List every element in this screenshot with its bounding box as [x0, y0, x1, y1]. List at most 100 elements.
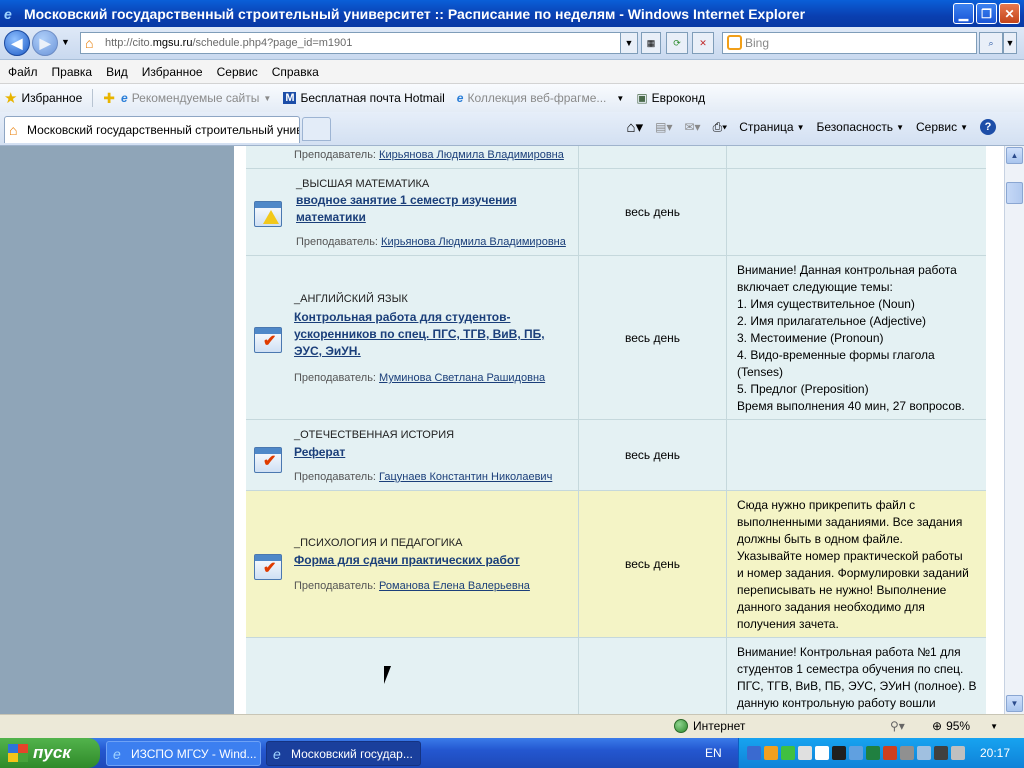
- zoom-icon: ⊕: [932, 719, 943, 733]
- calendar-check-icon: ✔: [254, 327, 282, 353]
- feeds-icon[interactable]: ▤▾: [655, 120, 672, 134]
- url-suffix: /schedule.php4?page_id=m1901: [192, 37, 353, 49]
- history-dropdown-icon[interactable]: ▼: [61, 37, 70, 47]
- tray-app-icon[interactable]: [815, 746, 829, 760]
- fav-web-slices[interactable]: e Коллекция веб-фрагме... ▼: [457, 91, 625, 105]
- tray-app-icon[interactable]: [883, 746, 897, 760]
- refresh-icon[interactable]: ⟳: [666, 32, 688, 54]
- back-button[interactable]: ◀: [4, 30, 30, 56]
- tools-menu[interactable]: Сервис ▼: [916, 120, 968, 134]
- menu-bar: Файл Правка Вид Избранное Сервис Справка: [0, 60, 1024, 84]
- window-title: Московский государственный строительный …: [24, 5, 806, 22]
- forward-button[interactable]: ▶: [32, 30, 58, 56]
- task-link[interactable]: Реферат: [294, 444, 574, 461]
- volume-icon[interactable]: [900, 746, 914, 760]
- safety-menu[interactable]: Безопасность ▼: [817, 120, 904, 134]
- search-input[interactable]: Bing: [722, 32, 977, 54]
- scroll-thumb[interactable]: [1006, 182, 1023, 204]
- fav-label: Коллекция веб-фрагме...: [467, 91, 607, 105]
- maximize-button[interactable]: ❐: [976, 3, 997, 24]
- teacher-link[interactable]: Кирьянова Людмила Владимировна: [381, 236, 566, 248]
- scroll-down-icon[interactable]: ▼: [1006, 695, 1023, 712]
- task-link[interactable]: Контрольная работа для студентов-ускорен…: [294, 309, 574, 360]
- zoom-control[interactable]: ⊕ 95% ▼: [932, 719, 998, 733]
- tray-app-icon[interactable]: [934, 746, 948, 760]
- url-prefix: http://cito.: [105, 37, 153, 49]
- table-row: _ВЫСШАЯ МАТЕМАТИКА вводное занятие 1 сем…: [246, 169, 986, 256]
- menu-view[interactable]: Вид: [106, 65, 128, 79]
- calendar-alert-icon: [254, 201, 282, 227]
- page-menu[interactable]: Страница ▼: [739, 120, 804, 134]
- tab-active[interactable]: ⌂ Московский государственный строительны…: [4, 116, 300, 143]
- taskbar-button-active[interactable]: e Московский государ...: [266, 741, 421, 766]
- globe-icon: [674, 719, 688, 733]
- mail-icon[interactable]: ✉▾: [684, 120, 700, 134]
- bluetooth-icon[interactable]: [747, 746, 761, 760]
- help-icon[interactable]: ?: [980, 119, 996, 135]
- tray-app-icon[interactable]: [764, 746, 778, 760]
- tray-app-icon[interactable]: [917, 746, 931, 760]
- menu-favorites[interactable]: Избранное: [142, 65, 203, 79]
- taskbar-button[interactable]: e ИЗСПО МГСУ - Wind...: [106, 741, 261, 766]
- menu-file[interactable]: Файл: [8, 65, 38, 79]
- start-button[interactable]: пуск: [0, 738, 100, 768]
- site-icon: ⌂: [85, 35, 94, 51]
- calendar-check-icon: ✔: [254, 447, 282, 473]
- fav-suggested-sites[interactable]: e Рекомендуемые сайты ▼: [121, 91, 271, 105]
- teacher-link[interactable]: Кирьянова Людмила Владимировна: [379, 149, 564, 161]
- clock[interactable]: 20:17: [980, 746, 1010, 760]
- menu-tools[interactable]: Сервис: [217, 65, 258, 79]
- teacher-line: Преподаватель: Кирьянова Людмила Владими…: [296, 236, 566, 248]
- fav-hotmail[interactable]: M Бесплатная почта Hotmail: [283, 91, 445, 105]
- tray-app-icon[interactable]: [866, 746, 880, 760]
- folder-icon: ▣: [636, 91, 648, 105]
- menu-help[interactable]: Справка: [272, 65, 319, 79]
- language-indicator[interactable]: EN: [705, 746, 722, 760]
- new-tab-button[interactable]: [302, 117, 331, 141]
- print-icon[interactable]: ⎙▾: [713, 120, 728, 135]
- teacher-link[interactable]: Романова Елена Валерьевна: [379, 580, 530, 592]
- tray-app-icon[interactable]: [781, 746, 795, 760]
- home-icon[interactable]: ⌂▾: [627, 118, 644, 136]
- tray-app-icon[interactable]: [798, 746, 812, 760]
- table-row: Внимание! Контрольная работа №1 для студ…: [246, 638, 986, 714]
- scroll-up-icon[interactable]: ▲: [1006, 147, 1023, 164]
- address-dropdown-button[interactable]: ▼: [620, 32, 638, 54]
- divider: [92, 89, 94, 107]
- network-icon[interactable]: [849, 746, 863, 760]
- fav-evrokond[interactable]: ▣ Евроконд: [636, 91, 705, 105]
- close-button[interactable]: ✕: [999, 3, 1020, 24]
- time-cell: весь день: [579, 256, 727, 419]
- compat-view-icon[interactable]: ▦: [641, 32, 661, 54]
- favorites-bar: ★ Избранное ✚ e Рекомендуемые сайты ▼ M …: [0, 84, 1024, 112]
- task-link[interactable]: вводное занятие 1 семестр изучения матем…: [296, 192, 576, 226]
- teacher-link[interactable]: Муминова Светлана Рашидовна: [379, 372, 545, 384]
- site-icon: ⌂: [9, 122, 18, 138]
- ie-logo-icon: e: [121, 91, 128, 105]
- tray-app-icon[interactable]: [951, 746, 965, 760]
- note-cell: Сюда нужно прикрепить файл с выполненным…: [737, 498, 969, 631]
- start-label: пуск: [33, 743, 71, 762]
- tools-menu-label: Сервис: [915, 120, 958, 134]
- subject-label: _ОТЕЧЕСТВЕННАЯ ИСТОРИЯ: [294, 429, 455, 441]
- add-favorite-icon[interactable]: ✚: [103, 90, 115, 107]
- search-placeholder: Bing: [745, 36, 770, 50]
- tray-app-icon[interactable]: [832, 746, 846, 760]
- menu-edit[interactable]: Правка: [52, 65, 93, 79]
- vertical-scrollbar[interactable]: ▲ ▼: [1004, 146, 1024, 714]
- command-bar: ⌂▾ ▤▾ ✉▾ ⎙▾ Страница ▼ Безопасность ▼ Серв…: [627, 118, 996, 136]
- window-titlebar: e Московский государственный строительны…: [0, 0, 1024, 27]
- task-link[interactable]: Форма для сдачи практических работ: [294, 552, 574, 569]
- search-icon[interactable]: ⌕: [979, 32, 1003, 54]
- stop-icon[interactable]: ✕: [692, 32, 714, 54]
- system-tray: 20:17: [738, 738, 1024, 768]
- tray-icons: [747, 746, 965, 760]
- table-row: Преподаватель: Кирьянова Людмила Владими…: [246, 146, 986, 169]
- favorites-button[interactable]: ★ Избранное: [4, 89, 82, 107]
- taskbar-button-label: Московский государ...: [291, 746, 413, 761]
- teacher-link[interactable]: Гацунаев Константин Николаевич: [379, 471, 552, 483]
- protected-mode-icon[interactable]: ⚲▾: [890, 719, 905, 733]
- search-options-icon[interactable]: ▼: [1003, 32, 1017, 54]
- minimize-button[interactable]: ▁: [953, 3, 974, 24]
- address-field[interactable]: ⌂ http://cito. mgsu.ru/schedule.php4?page…: [80, 32, 636, 54]
